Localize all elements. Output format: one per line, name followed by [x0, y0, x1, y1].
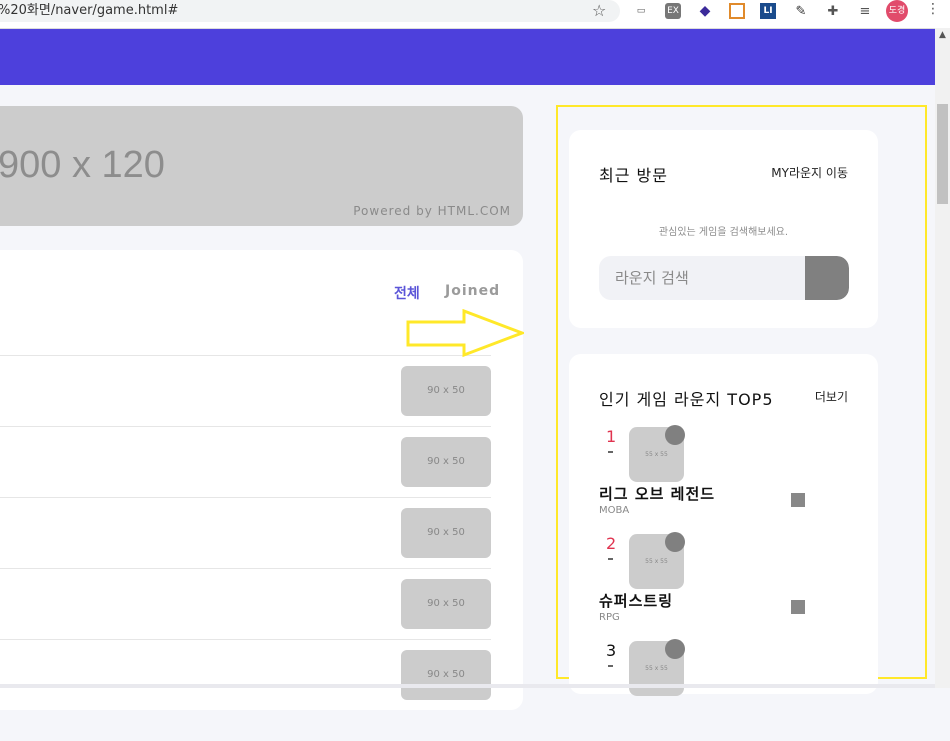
list-item[interactable]: 90 x 50 — [0, 568, 491, 639]
lounge-search-input[interactable] — [599, 256, 805, 300]
browser-toolbar: %20화면/naver/game.html# ☆ ▭ EX ◆ LI ✎ ✚ ≡… — [0, 0, 950, 29]
popular-item[interactable]: 1 55 x 55 리그 오브 레전드 MOBA — [569, 425, 878, 527]
annotation-arrow-icon — [406, 309, 524, 358]
lounge-search — [599, 256, 849, 300]
eyedropper-icon[interactable]: ✎ — [793, 3, 809, 19]
scrollbar-thumb[interactable] — [937, 104, 948, 204]
page-scrollbar[interactable]: ▲ — [935, 28, 950, 688]
recent-visit-card: 최근 방문 MY라운지 이동 관심있는 게임을 검색해보세요. — [569, 130, 878, 328]
rank-number: 1 — [606, 427, 617, 446]
game-name[interactable]: 슈퍼스트링 — [599, 590, 673, 611]
join-toggle-icon[interactable] — [791, 600, 805, 614]
search-hint: 관심있는 게임을 검색해보세요. — [658, 227, 789, 238]
profile-avatar[interactable]: 도경 — [886, 0, 908, 22]
game-name[interactable]: 리그 오브 레전드 — [599, 483, 715, 504]
list-item[interactable]: 90 x 50 — [0, 426, 491, 497]
list-item[interactable]: 90 x 50 — [0, 639, 491, 710]
rank-change-indicator — [608, 665, 613, 667]
page-bottom-edge — [0, 684, 935, 688]
recent-visit-title: 최근 방문 — [599, 166, 668, 185]
list-item[interactable]: 90 x 50 — [0, 497, 491, 568]
tab-all[interactable]: 전체 — [394, 283, 420, 303]
rank-number: 2 — [606, 534, 617, 553]
browser-menu-icon[interactable]: ⋮ — [926, 1, 940, 17]
list-item-thumbnail: 90 x 50 — [401, 366, 491, 416]
extension-ex-icon[interactable]: EX — [665, 3, 681, 19]
list-item-thumbnail: 90 x 50 — [401, 437, 491, 487]
rank-number: 3 — [606, 641, 617, 660]
game-category: RPG — [599, 612, 620, 623]
tab-joined[interactable]: Joined — [445, 283, 500, 299]
address-bar-url[interactable]: %20화면/naver/game.html# — [0, 3, 178, 18]
puzzle-extensions-icon[interactable]: ✚ — [825, 3, 841, 19]
popular-lounges-card: 인기 게임 라운지 TOP5 더보기 1 55 x 55 리그 오브 레전드 M… — [569, 354, 878, 696]
reading-list-icon[interactable]: ≡ — [857, 3, 873, 19]
list-item-thumbnail: 90 x 50 — [401, 579, 491, 629]
layers-extension-icon[interactable]: ◆ — [697, 3, 713, 19]
join-toggle-icon[interactable] — [791, 493, 805, 507]
more-link[interactable]: 더보기 — [815, 388, 848, 405]
banner-size-label: 900 x 120 — [0, 144, 165, 186]
banner-powered-by: Powered by HTML.COM — [353, 204, 511, 218]
rank-change-indicator — [608, 558, 613, 560]
site-header — [0, 29, 935, 85]
cast-icon[interactable]: ▭ — [633, 3, 649, 19]
list-item[interactable]: 90 x 50 — [0, 355, 491, 426]
address-bar[interactable]: %20화면/naver/game.html# — [0, 0, 620, 22]
bookmark-star-icon[interactable]: ☆ — [592, 1, 606, 20]
ad-banner[interactable]: 900 x 120 Powered by HTML.COM — [0, 106, 523, 226]
scroll-up-arrow-icon[interactable]: ▲ — [935, 30, 950, 40]
popular-title: 인기 게임 라운지 TOP5 — [599, 390, 774, 409]
list-item-thumbnail: 90 x 50 — [401, 650, 491, 700]
game-category: MOBA — [599, 505, 630, 516]
status-dot-icon — [665, 532, 685, 552]
window-extension-icon[interactable] — [729, 3, 745, 19]
rank-change-indicator — [608, 451, 613, 453]
popular-item[interactable]: 3 55 x 55 — [569, 639, 878, 741]
list-item-thumbnail: 90 x 50 — [401, 508, 491, 558]
my-lounge-link[interactable]: MY라운지 이동 — [771, 164, 848, 181]
popular-item[interactable]: 2 55 x 55 슈퍼스트링 RPG — [569, 532, 878, 634]
search-button[interactable] — [805, 256, 849, 300]
li-extension-icon[interactable]: LI — [760, 3, 776, 19]
status-dot-icon — [665, 425, 685, 445]
status-dot-icon — [665, 639, 685, 659]
